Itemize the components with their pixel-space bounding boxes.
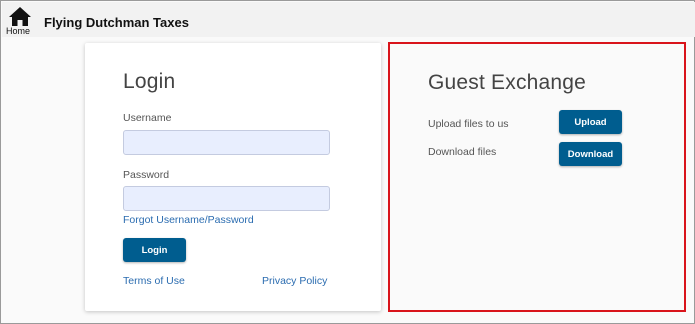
terms-of-use-link[interactable]: Terms of Use	[123, 275, 185, 287]
privacy-policy-link[interactable]: Privacy Policy	[262, 275, 327, 287]
forgot-password-link[interactable]: Forgot Username/Password	[123, 214, 254, 226]
home-label: Home	[6, 26, 31, 36]
download-button[interactable]: Download	[559, 142, 622, 166]
guest-exchange-panel: Guest Exchange Upload files to us Upload…	[388, 42, 686, 312]
app-window: Home Flying Dutchman Taxes Login Usernam…	[0, 0, 695, 324]
app-title: Flying Dutchman Taxes	[44, 15, 189, 30]
login-card: Login Username Password Forgot Username/…	[85, 43, 381, 311]
top-bar: Home Flying Dutchman Taxes	[2, 2, 695, 37]
upload-description: Upload files to us	[428, 118, 509, 130]
login-button[interactable]: Login	[123, 238, 186, 262]
username-field[interactable]	[123, 130, 330, 155]
home-button[interactable]: Home	[6, 7, 34, 37]
username-label: Username	[123, 112, 172, 124]
password-field[interactable]	[123, 186, 330, 211]
home-icon	[9, 7, 31, 26]
login-title: Login	[123, 70, 176, 93]
password-label: Password	[123, 169, 170, 181]
upload-button[interactable]: Upload	[559, 110, 622, 134]
download-description: Download files	[428, 146, 497, 158]
guest-exchange-title: Guest Exchange	[428, 71, 587, 94]
